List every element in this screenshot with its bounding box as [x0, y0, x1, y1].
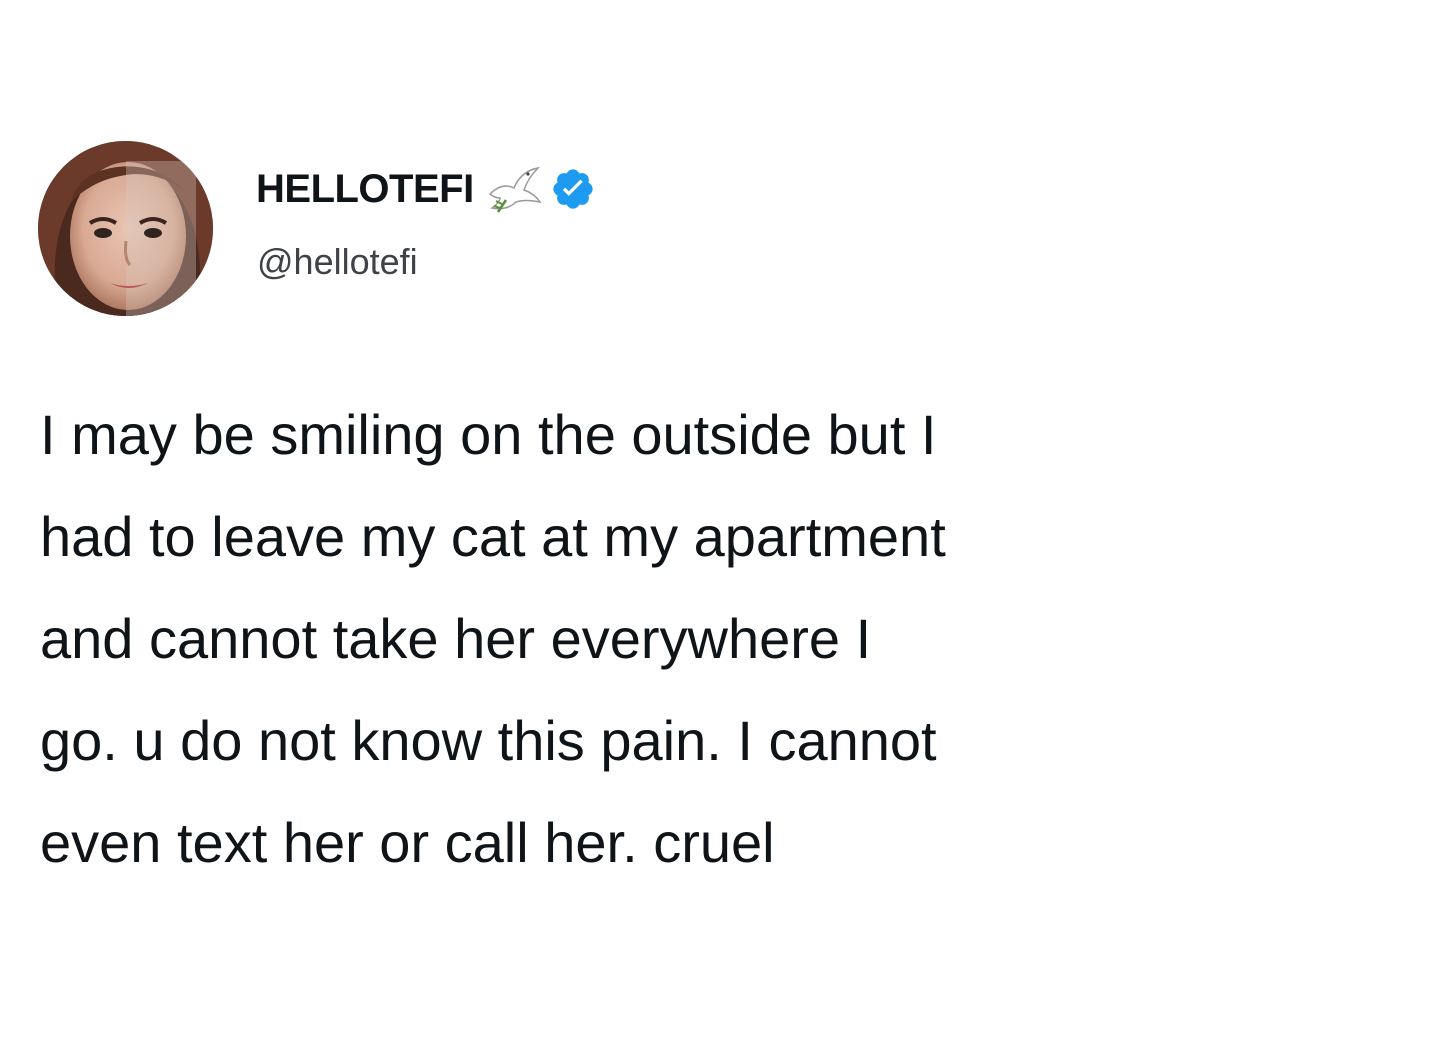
tweet-text-line: and cannot take her everywhere I: [40, 607, 872, 670]
display-name[interactable]: HELLOTEFI: [256, 166, 474, 212]
avatar-photo: [38, 141, 213, 316]
tweet-text-line: even text her or call her. cruel: [40, 811, 775, 874]
tweet-text-line: I may be smiling on the outside but I: [40, 403, 937, 466]
verified-badge-icon: [550, 166, 596, 212]
tweet-text: I may be smiling on the outside but I ha…: [40, 384, 1420, 894]
dove-icon: [484, 164, 542, 214]
author-handle[interactable]: @hellotefi: [257, 240, 418, 284]
tweet-text-line: had to leave my cat at my apartment: [40, 505, 946, 568]
tweet-card: HELLOTEFI @hellotefi I may be smiling on…: [0, 0, 1440, 1037]
avatar[interactable]: [38, 141, 213, 316]
tweet-text-line: go. u do not know this pain. I cannot: [40, 709, 937, 772]
author-name-row: HELLOTEFI: [256, 164, 596, 214]
